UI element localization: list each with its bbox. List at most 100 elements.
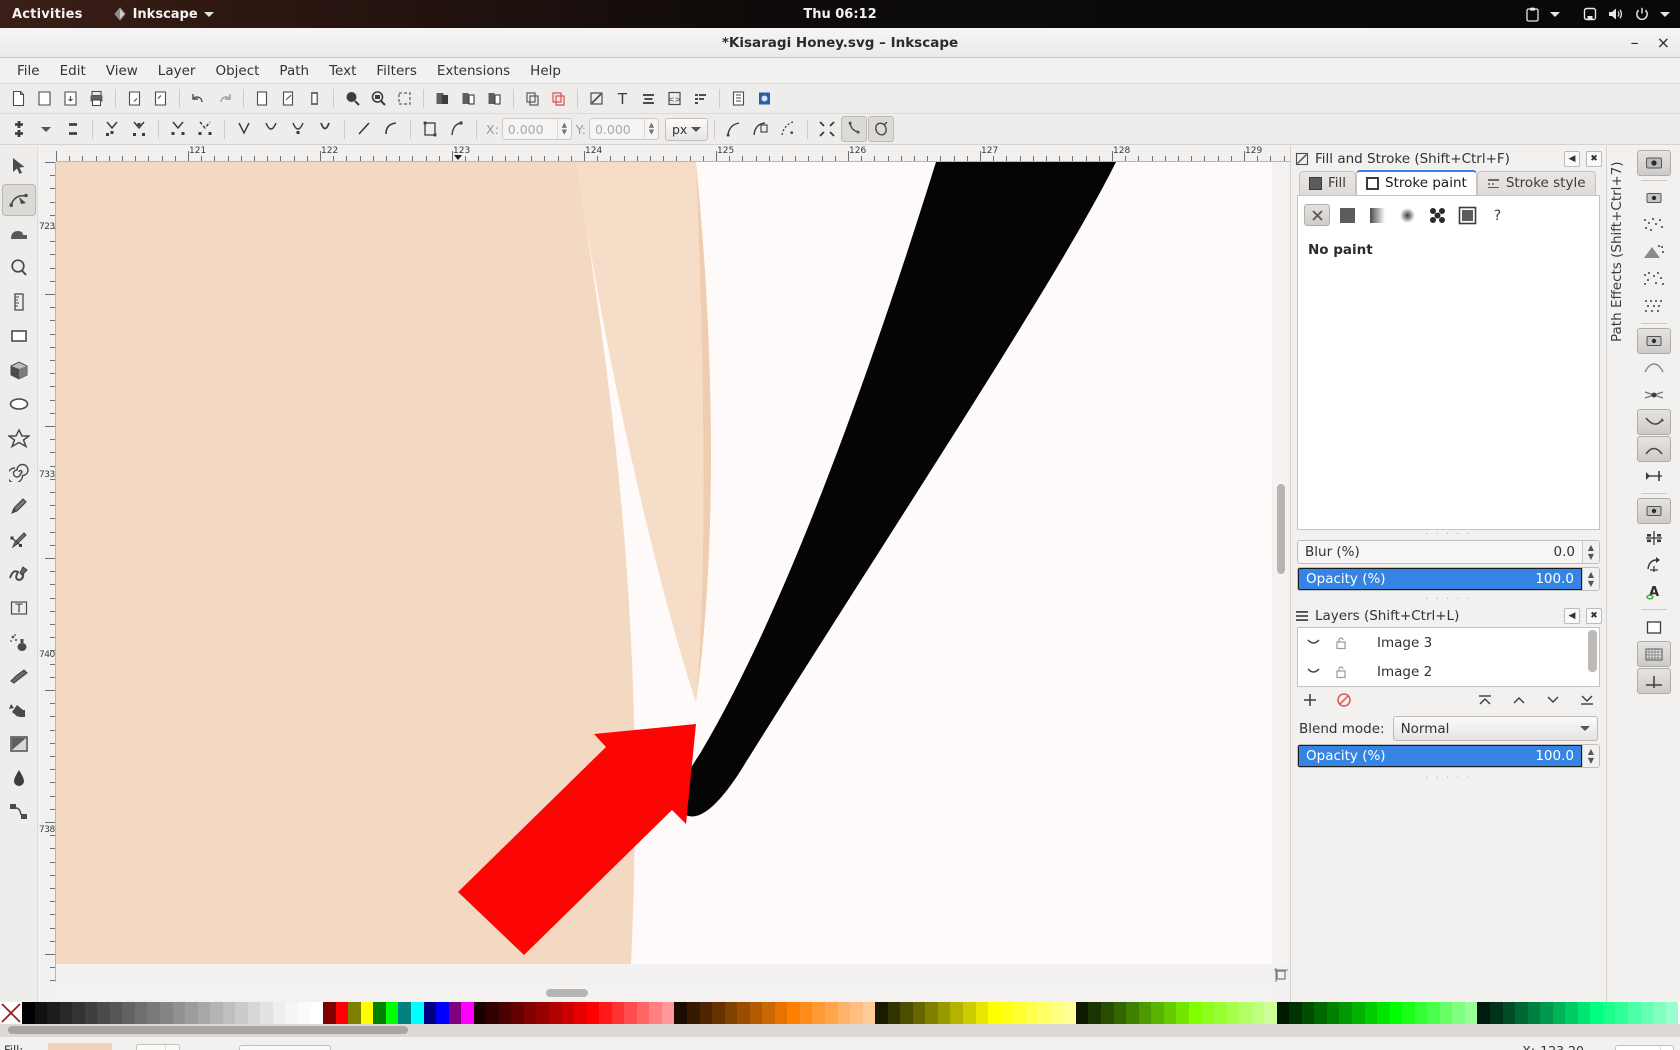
palette-swatch[interactable] — [612, 1002, 625, 1024]
palette-swatch[interactable] — [712, 1002, 725, 1024]
lower-to-bottom-icon[interactable] — [1578, 691, 1596, 709]
layer-name[interactable]: Image 3 — [1377, 635, 1432, 651]
palette-swatch[interactable] — [461, 1002, 474, 1024]
snap-grids-icon[interactable] — [1637, 641, 1671, 667]
tab-stroke-paint[interactable]: Stroke paint — [1356, 170, 1477, 196]
palette-swatch[interactable] — [1540, 1002, 1553, 1024]
copy-icon[interactable] — [250, 86, 275, 111]
chevron-down-icon[interactable] — [1550, 12, 1560, 17]
palette-swatch[interactable] — [825, 1002, 838, 1024]
xml-editor-icon[interactable]: <> — [662, 86, 687, 111]
connector-tool-icon[interactable] — [2, 796, 36, 828]
palette-swatch[interactable] — [524, 1002, 537, 1024]
layer-opacity-slider-row[interactable]: Opacity (%) 100.0 ▲▼ — [1297, 744, 1600, 768]
scrollbar-thumb[interactable] — [546, 989, 588, 997]
radial-gradient-icon[interactable] — [1394, 204, 1420, 226]
palette-swatch[interactable] — [110, 1002, 123, 1024]
insert-node-icon[interactable] — [6, 116, 32, 142]
palette-swatch[interactable] — [838, 1002, 851, 1024]
palette-swatch[interactable] — [1666, 1002, 1679, 1024]
close-icon[interactable]: ✖ — [1586, 151, 1602, 167]
horizontal-ruler[interactable]: 121 122 123 124 125 126 127 128 129 — [56, 146, 1290, 162]
palette-swatch[interactable] — [1528, 1002, 1541, 1024]
snap-line-midpoints-icon[interactable] — [1637, 463, 1671, 489]
group-icon[interactable] — [430, 86, 455, 111]
snap-object-centers-icon[interactable] — [1637, 525, 1671, 551]
fill-stroke-indicator[interactable]: Fill: Stroke: None — [0, 1042, 112, 1050]
snap-text-baseline-icon[interactable]: A — [1637, 579, 1671, 605]
palette-swatch[interactable] — [950, 1002, 963, 1024]
palette-swatch[interactable] — [336, 1002, 349, 1024]
menu-filters[interactable]: Filters — [367, 60, 425, 82]
dropper-tool-icon[interactable] — [2, 762, 36, 794]
palette-swatch[interactable] — [1515, 1002, 1528, 1024]
palette-swatch[interactable] — [173, 1002, 186, 1024]
palette-swatch[interactable] — [624, 1002, 637, 1024]
menu-layer[interactable]: Layer — [149, 60, 205, 82]
paint-bucket-tool-icon[interactable] — [2, 694, 36, 726]
join-segment-icon[interactable] — [165, 116, 191, 142]
palette-swatch[interactable] — [536, 1002, 549, 1024]
paste-icon[interactable] — [276, 86, 301, 111]
delete-segment-icon[interactable] — [192, 116, 218, 142]
menu-help[interactable]: Help — [521, 60, 570, 82]
delete-node-icon[interactable] — [60, 116, 86, 142]
palette-swatch[interactable] — [248, 1002, 261, 1024]
palette-swatch[interactable] — [1578, 1002, 1591, 1024]
palette-swatch[interactable] — [1415, 1002, 1428, 1024]
palette-swatch-strip[interactable] — [22, 1002, 1680, 1024]
snap-rotation-centers-icon[interactable] — [1637, 552, 1671, 578]
palette-swatch[interactable] — [674, 1002, 687, 1024]
open-document-icon[interactable] — [32, 86, 57, 111]
palette-swatch[interactable] — [210, 1002, 223, 1024]
eye-closed-icon[interactable] — [1306, 664, 1321, 679]
export-icon[interactable] — [148, 86, 173, 111]
palette-swatch[interactable] — [1440, 1002, 1453, 1024]
flat-color-icon[interactable] — [1334, 204, 1360, 226]
menu-text[interactable]: Text — [320, 60, 365, 82]
layer-name[interactable]: Image 2 — [1377, 664, 1432, 680]
align-icon[interactable] — [636, 86, 661, 111]
palette-swatch[interactable] — [888, 1002, 901, 1024]
palette-swatch[interactable] — [549, 1002, 562, 1024]
menu-object[interactable]: Object — [206, 60, 268, 82]
palette-swatch[interactable] — [1139, 1002, 1152, 1024]
palette-swatch[interactable] — [1302, 1002, 1315, 1024]
palette-swatch[interactable] — [235, 1002, 248, 1024]
node-symmetric-icon[interactable] — [285, 116, 311, 142]
palette-swatch[interactable] — [1201, 1002, 1214, 1024]
snap-guides-icon[interactable] — [1637, 668, 1671, 694]
palette-swatch[interactable] — [373, 1002, 386, 1024]
eye-closed-icon[interactable] — [1306, 635, 1321, 650]
node-y-field[interactable]: Y: ▲▼ — [576, 118, 659, 140]
pattern-icon[interactable] — [1424, 204, 1450, 226]
palette-swatch[interactable] — [1026, 1002, 1039, 1024]
raise-layer-icon[interactable] — [1510, 691, 1528, 709]
palette-scrollbar[interactable] — [0, 1024, 1680, 1036]
snap-bbox-edge-midpoints-icon[interactable] — [1637, 266, 1671, 292]
objects-icon[interactable] — [688, 86, 713, 111]
tab-stroke-style[interactable]: Stroke style — [1477, 171, 1596, 195]
palette-swatch[interactable] — [913, 1002, 926, 1024]
palette-swatch[interactable] — [122, 1002, 135, 1024]
stroke-to-path-icon[interactable] — [444, 116, 470, 142]
palette-swatch[interactable] — [938, 1002, 951, 1024]
node-smooth-icon[interactable] — [258, 116, 284, 142]
gradient-tool-icon[interactable] — [2, 728, 36, 760]
zoom-selection-icon[interactable] — [340, 86, 365, 111]
list-item[interactable]: Image 2 — [1298, 657, 1599, 686]
palette-swatch[interactable] — [875, 1002, 888, 1024]
zoom-stepper[interactable]: ▲▼ — [1660, 1046, 1673, 1050]
palette-swatch[interactable] — [1189, 1002, 1202, 1024]
panel-grip[interactable]: · · · · · — [1291, 774, 1606, 784]
menu-edit[interactable]: Edit — [51, 60, 95, 82]
show-outline-icon[interactable] — [775, 116, 801, 142]
x-stepper[interactable]: ▲▼ — [557, 119, 571, 139]
pencil-tool-icon[interactable] — [2, 490, 36, 522]
document-properties-icon[interactable] — [726, 86, 751, 111]
palette-swatch[interactable] — [97, 1002, 110, 1024]
palette-swatch[interactable] — [562, 1002, 575, 1024]
palette-swatch[interactable] — [1227, 1002, 1240, 1024]
palette-swatch[interactable] — [398, 1002, 411, 1024]
opacity-stepper[interactable]: ▲▼ — [165, 1045, 179, 1050]
